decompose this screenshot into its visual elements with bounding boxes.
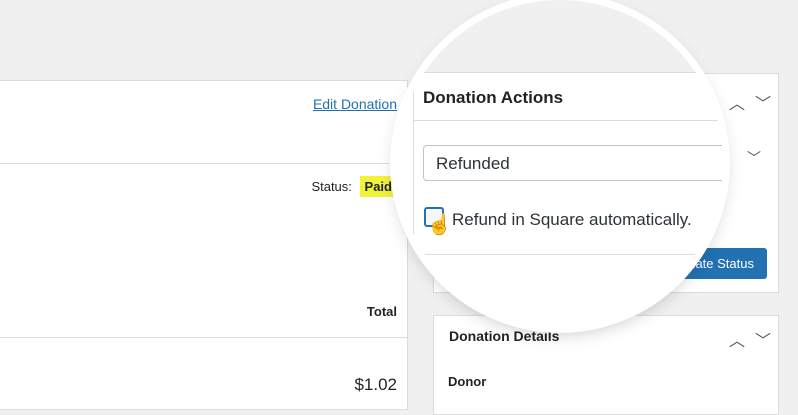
magnified-actions-box <box>413 72 723 326</box>
donation-panel-header: Edit Donation <box>0 81 407 164</box>
status-badge: Paid <box>359 176 397 197</box>
magnifier-overlay: Donation Actions Refunded ☝ Refund in Sq… <box>397 0 723 326</box>
status-label: Status: <box>311 179 352 194</box>
chevron-down-icon[interactable]: ﹀ <box>755 327 771 351</box>
chevron-up-icon[interactable]: ︿ <box>729 90 745 114</box>
divider <box>0 337 407 338</box>
edit-donation-link[interactable]: Edit Donation <box>313 96 397 112</box>
donation-details-box: Donation Details <box>433 315 779 415</box>
donor-label: Donor <box>448 374 487 389</box>
divider <box>413 254 723 255</box>
divider <box>413 120 723 121</box>
donation-details-title: Donation Details <box>449 328 560 344</box>
refund-checkbox-label[interactable]: Refund in Square automatically. <box>452 210 692 230</box>
magnified-background <box>397 0 723 72</box>
select-chevron-down-icon[interactable]: ﹀ <box>747 148 761 168</box>
status-row: Status: Paid <box>311 176 397 197</box>
chevron-down-icon[interactable]: ﹀ <box>755 90 771 114</box>
donation-actions-title: Donation Actions <box>423 88 564 107</box>
donation-main-panel: Edit Donation Status: Paid Total $1.02 <box>0 80 408 410</box>
hand-pointer-icon: ☝ <box>427 214 452 236</box>
magnified-view: Donation Actions Refunded ☝ Refund in Sq… <box>397 0 723 326</box>
status-select[interactable]: Refunded <box>423 145 723 181</box>
chevron-up-icon[interactable]: ︿ <box>729 327 745 351</box>
total-column-header: Total <box>366 304 397 319</box>
donation-amount: $1.02 <box>354 375 397 394</box>
